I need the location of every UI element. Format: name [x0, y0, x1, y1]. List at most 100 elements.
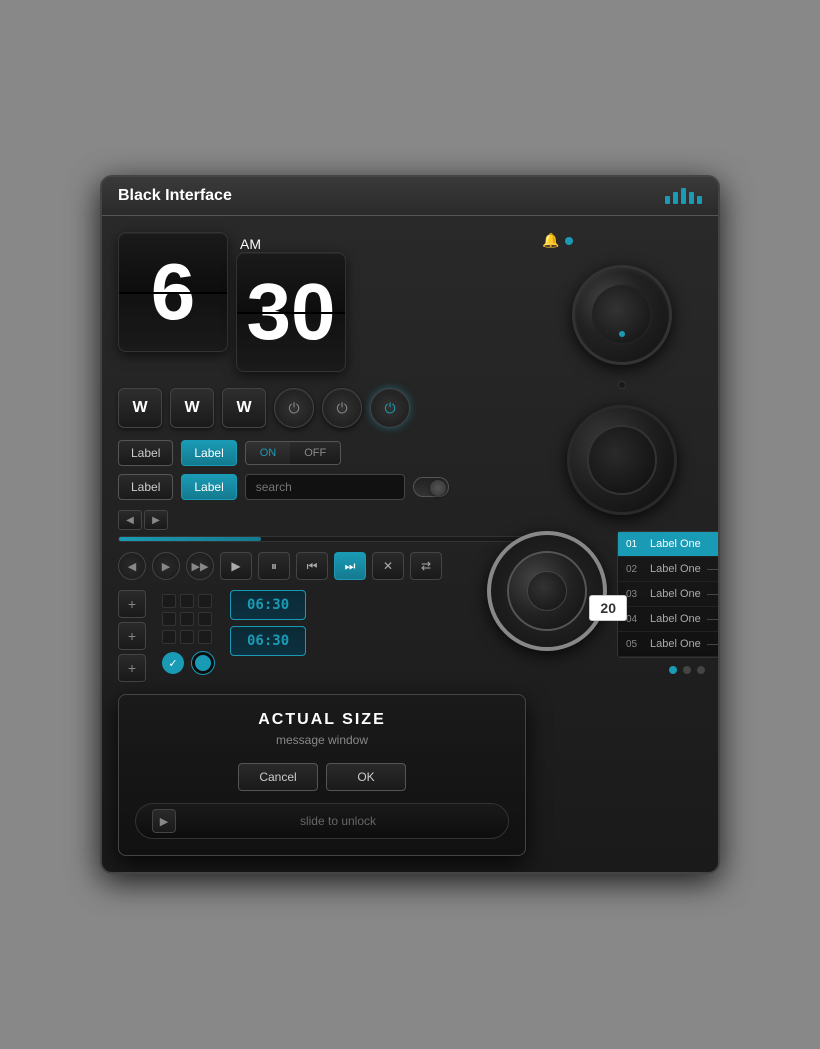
magnifier-knob[interactable] — [507, 551, 587, 631]
bar-3 — [681, 188, 686, 204]
list-num-3: 03 — [626, 589, 644, 600]
grid-dots — [162, 594, 214, 644]
list-item-5[interactable]: 05 Label One — [618, 632, 720, 657]
clock-minute: 30 — [236, 252, 346, 372]
nav-prev-btn[interactable]: ◀ — [118, 552, 146, 580]
plus-btn-2[interactable]: + — [118, 622, 146, 650]
bar-2 — [673, 192, 678, 204]
toggle-off[interactable]: OFF — [290, 442, 340, 464]
bar-5 — [697, 196, 702, 204]
time-display-row: 06:30 06:30 — [230, 590, 306, 656]
list-label-3: Label One — [650, 588, 701, 600]
list-panel: 01 Label One 02 Label One 03 Label One — [617, 531, 720, 658]
right-panel: 🔔 — [542, 232, 702, 856]
power-button-2[interactable]: ⏻ — [322, 388, 362, 428]
bell-icon: 🔔 — [542, 232, 559, 249]
clock-hour: 6 — [118, 232, 228, 352]
slider-right[interactable]: ▶ — [144, 510, 168, 530]
knob-indicator — [619, 331, 625, 337]
buttons-row: W W W ⏻ ⏻ ⏻ — [118, 388, 526, 428]
time-display-2: 06:30 — [230, 626, 306, 656]
w-button-1[interactable]: W — [118, 388, 162, 428]
radio-btn[interactable] — [192, 652, 214, 674]
label-btn-3[interactable]: Label — [118, 474, 173, 500]
power-button-1[interactable]: ⏻ — [274, 388, 314, 428]
slider-arrows: ◀ ▶ — [118, 510, 526, 530]
label-btn-1[interactable]: Label — [118, 440, 173, 466]
toggle-on[interactable]: ON — [246, 442, 291, 464]
extras-row: + + + — [118, 590, 526, 682]
title-text: Black Interface — [118, 187, 232, 205]
transport-pause[interactable]: ⏸ — [258, 552, 290, 580]
list-num-5: 05 — [626, 639, 644, 650]
left-panel: 6 AM 30 W W W ⏻ ⏻ ⏻ Label Label ON — [118, 232, 526, 856]
bar-4 — [689, 192, 694, 204]
modal-buttons: Cancel OK — [135, 763, 509, 791]
slider-left[interactable]: ◀ — [118, 510, 142, 530]
transport-prev[interactable]: ⏮ — [296, 552, 328, 580]
knob-large[interactable] — [572, 265, 672, 365]
transport-stop[interactable]: ✕ — [372, 552, 404, 580]
magnifier-circle — [487, 531, 607, 651]
list-label-5: Label One — [650, 638, 701, 650]
slide-toggle-knob — [430, 480, 446, 496]
slide-toggle[interactable] — [413, 477, 449, 497]
list-item-3[interactable]: 03 Label One — [618, 582, 720, 607]
slide-arrow[interactable]: ▶ — [152, 809, 176, 833]
list-label-1: Label One — [650, 538, 701, 550]
time-display-1: 06:30 — [230, 590, 306, 620]
clock-period: AM — [240, 236, 346, 252]
search-input[interactable] — [245, 474, 405, 500]
bar-1 — [665, 196, 670, 204]
progress-bar-fill — [119, 537, 261, 541]
main-content: 6 AM 30 W W W ⏻ ⏻ ⏻ Label Label ON — [102, 216, 718, 872]
plus-btn-3[interactable]: + — [118, 654, 146, 682]
device-frame: Black Interface 6 AM 30 W W W — [100, 175, 720, 874]
progress-bar-container[interactable] — [118, 536, 526, 542]
controls-row-1: Label Label ON OFF — [118, 440, 526, 466]
list-item-1[interactable]: 01 Label One — [618, 532, 720, 557]
label-btn-4[interactable]: Label — [181, 474, 236, 500]
search-row: Label Label — [118, 474, 526, 500]
list-num-1: 01 — [626, 539, 644, 550]
modal-ok-btn[interactable]: OK — [326, 763, 406, 791]
modal-overlay: ACTUAL SIZE message window Cancel OK ▶ s… — [118, 694, 526, 856]
checkmark-btn[interactable]: ✓ — [162, 652, 184, 674]
nav-end-btn[interactable]: ▶▶ — [186, 552, 214, 580]
slider-row: ◀ ▶ — [118, 510, 526, 542]
list-item-4[interactable]: 04 Label One — [618, 607, 720, 632]
slide-unlock[interactable]: ▶ slide to unlock — [135, 803, 509, 839]
flip-clock: 6 AM 30 — [118, 232, 526, 372]
title-bar: Black Interface — [102, 177, 718, 216]
blue-dot — [565, 237, 573, 245]
slide-text: slide to unlock — [184, 814, 492, 828]
nav-next-btn[interactable]: ▶ — [152, 552, 180, 580]
page-dot-3[interactable] — [697, 666, 705, 674]
toggle-switch[interactable]: ON OFF — [245, 441, 342, 465]
list-num-2: 02 — [626, 564, 644, 575]
title-bars-icon — [665, 188, 702, 204]
w-button-3[interactable]: W — [222, 388, 266, 428]
plus-btn-1[interactable]: + — [118, 590, 146, 618]
transport-play[interactable]: ▶ — [220, 552, 252, 580]
page-dot-2[interactable] — [683, 666, 691, 674]
knob-medium-inner — [587, 425, 657, 495]
list-label-4: Label One — [650, 613, 701, 625]
magnifier-knob-inner — [527, 571, 567, 611]
list-item-2[interactable]: 02 Label One — [618, 557, 720, 582]
power-button-3[interactable]: ⏻ — [370, 388, 410, 428]
modal-title: ACTUAL SIZE — [135, 711, 509, 729]
page-dot-1[interactable] — [669, 666, 677, 674]
transport-shuffle[interactable]: ⇄ — [410, 552, 442, 580]
knob-medium[interactable] — [567, 405, 677, 515]
list-label-2: Label One — [650, 563, 701, 575]
transport-next[interactable]: ⏭ — [334, 552, 366, 580]
w-button-2[interactable]: W — [170, 388, 214, 428]
modal-subtitle: message window — [135, 733, 509, 747]
label-btn-2[interactable]: Label — [181, 440, 236, 466]
small-indicator — [618, 381, 626, 389]
pagination-dots — [617, 666, 720, 674]
right-bottom: 20 01 Label One 02 Label One — [487, 531, 720, 674]
modal-cancel-btn[interactable]: Cancel — [238, 763, 318, 791]
knob-large-inner — [592, 285, 652, 345]
